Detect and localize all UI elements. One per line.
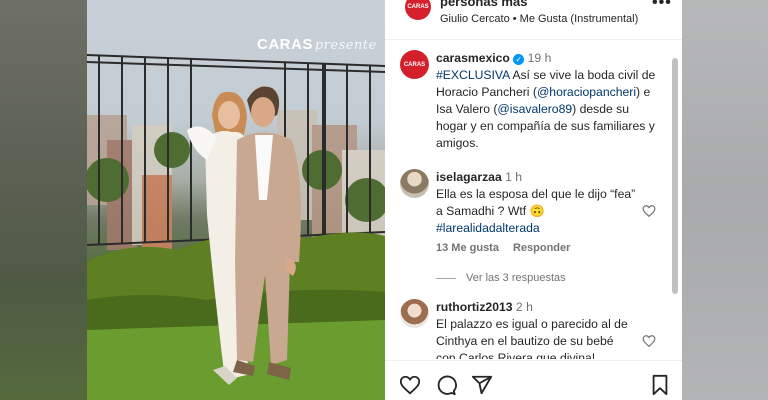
header-audio-link[interactable]: Giulio Cercato • Me Gusta (Instrumental) (440, 13, 638, 25)
reply-button[interactable]: Responder (513, 242, 570, 254)
comment-username[interactable]: iselagarzaa (436, 170, 502, 184)
comment-meta: 13 Me gusta Responder (436, 242, 570, 254)
watermark-word: presente (314, 38, 377, 53)
comment: ruthortiz2013 2 h El palazzo es igual o … (436, 299, 636, 359)
share-icon[interactable] (471, 374, 493, 396)
caption: carasmexico ✓ 19 h #EXCLUSIVA Así se viv… (436, 50, 661, 152)
comment-icon[interactable] (435, 374, 457, 396)
comment-likes[interactable]: 13 Me gusta (436, 242, 499, 254)
view-replies-label: Ver las 3 respuestas (466, 272, 566, 284)
bookmark-icon[interactable] (649, 374, 671, 396)
verified-badge-icon: ✓ (513, 54, 525, 65)
post-header: CARAS personas más Giulio Cercato • Me G… (385, 0, 682, 40)
comment-text: El palazzo es igual o parecido al de Cin… (436, 317, 628, 359)
comment-text: Ella es la esposa del que le dijo “fea” … (436, 187, 636, 218)
caption-username[interactable]: carasmexico (436, 51, 510, 65)
comment-hashtag[interactable]: #larealidadalterada (436, 221, 540, 235)
post-side-panel: CARAS personas más Giulio Cercato • Me G… (385, 0, 682, 400)
header-avatar[interactable]: CARAS (405, 0, 431, 20)
post-photo[interactable]: CARAS presente (87, 0, 385, 400)
post-action-bar (385, 360, 682, 400)
heart-icon[interactable] (399, 374, 421, 396)
watermark-brand: CARAS (257, 36, 313, 53)
header-account-name[interactable]: personas más (440, 0, 527, 9)
comment-avatar[interactable] (400, 299, 429, 328)
comment-time: 2 h (515, 300, 533, 314)
comment-like-heart-icon[interactable] (642, 204, 656, 218)
caras-watermark: CARAS presente (257, 36, 377, 53)
blurred-background-left (0, 0, 87, 400)
blurred-background-right (682, 0, 768, 400)
view-replies-button[interactable]: Ver las 3 respuestas (436, 272, 566, 284)
comment-avatar[interactable] (400, 169, 429, 198)
more-horizontal-icon[interactable]: ••• (652, 0, 672, 12)
comment-time: 1 h (505, 170, 523, 184)
caption-hashtag[interactable]: #EXCLUSIVA (436, 68, 510, 82)
replies-divider (436, 277, 456, 279)
stage: CARAS presente CARAS personas más Giulio … (0, 0, 768, 400)
comment: iselagarzaa 1 h Ella es la esposa del qu… (436, 169, 636, 237)
caption-time[interactable]: 19 h (528, 51, 552, 65)
caption-avatar[interactable]: CARAS (400, 50, 429, 79)
wedding-photo-illustration (87, 54, 385, 400)
comments-scroll-area[interactable]: CARAS carasmexico ✓ 19 h #EXCLUSIVA Así … (385, 41, 682, 359)
caption-mention-1[interactable]: @horaciopancheri (537, 85, 636, 99)
scrollbar-thumb[interactable] (672, 58, 678, 294)
comment-username[interactable]: ruthortiz2013 (436, 300, 513, 314)
caption-mention-2[interactable]: @isavalero89 (497, 102, 572, 116)
comment-like-heart-icon[interactable] (642, 334, 656, 348)
